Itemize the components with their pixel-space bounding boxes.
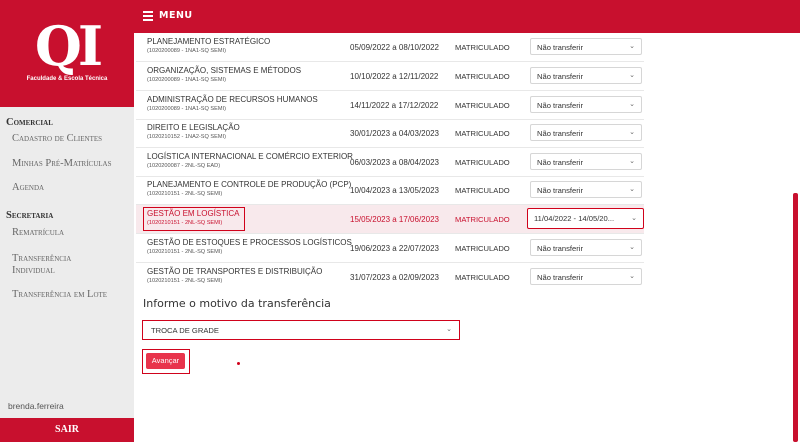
course-status: MATRICULADO xyxy=(455,186,510,195)
table-row: LOGÍSTICA INTERNACIONAL E COMÉRCIO EXTER… xyxy=(136,148,644,177)
course-period: 06/03/2023 a 08/04/2023 xyxy=(350,158,439,167)
chevron-down-icon: ⌄ xyxy=(629,157,635,165)
transfer-select-selected[interactable]: 11/04/2022 - 14/05/20... ⌄ xyxy=(527,208,644,229)
course-name: PLANEJAMENTO ESTRATÉGICO xyxy=(147,37,271,46)
table-row: DIREITO E LEGISLAÇÃO (1020210152 - 1NA2-… xyxy=(136,119,644,148)
course-name: ORGANIZAÇÃO, SISTEMAS E MÉTODOS xyxy=(147,66,302,75)
top-bar: MENU xyxy=(134,0,800,33)
scrollbar-thumb[interactable] xyxy=(793,193,798,442)
course-period: 19/06/2023 a 22/07/2023 xyxy=(350,244,439,253)
cursor-dot xyxy=(237,362,240,365)
course-name: DIREITO E LEGISLAÇÃO xyxy=(147,123,240,132)
menu-label[interactable]: MENU xyxy=(159,10,193,21)
logout-button[interactable]: SAIR xyxy=(0,418,134,442)
logo-text: QI xyxy=(34,14,103,78)
course-name: LOGÍSTICA INTERNACIONAL E COMÉRCIO EXTER… xyxy=(147,152,353,161)
nav-item-rematricula[interactable]: Rematrícula xyxy=(12,227,64,239)
course-status: MATRICULADO xyxy=(455,101,510,110)
course-code: (1020210151 - 2NL-SQ SEMI) xyxy=(147,191,223,197)
nav-item-cadastro-clientes[interactable]: Cadastro de Clientes xyxy=(12,133,102,145)
sidebar: QI Faculdade & Escola Técnica Comercial … xyxy=(0,0,134,442)
chevron-down-icon: ⌄ xyxy=(629,42,635,50)
transfer-select[interactable]: Não transferir ⌄ xyxy=(530,268,642,285)
next-button[interactable]: Avançar xyxy=(146,353,185,369)
username: brenda.ferreira xyxy=(8,401,64,411)
reason-select[interactable]: TROCA DE GRADE ⌄ xyxy=(142,320,460,340)
course-code: (1020200087 - 2NL-SQ EAD) xyxy=(147,163,221,169)
transfer-select[interactable]: Não transferir ⌄ xyxy=(530,124,642,141)
course-status: MATRICULADO xyxy=(455,129,510,138)
course-code: (1020210151 - 2NL-SQ SEMI) xyxy=(147,278,223,284)
transfer-value: Não transferir xyxy=(537,186,584,195)
course-period: 05/09/2022 a 08/10/2022 xyxy=(350,43,439,52)
chevron-down-icon: ⌄ xyxy=(629,185,635,193)
table-row: ORGANIZAÇÃO, SISTEMAS E MÉTODOS (1020200… xyxy=(136,62,644,91)
course-name: ADMINISTRAÇÃO DE RECURSOS HUMANOS xyxy=(147,95,318,104)
course-status: MATRICULADO xyxy=(455,273,510,282)
course-period: 31/07/2023 a 02/09/2023 xyxy=(350,273,439,282)
course-name: GESTÃO EM LOGÍSTICA xyxy=(147,209,240,218)
chevron-down-icon: ⌄ xyxy=(446,325,452,333)
course-status: MATRICULADO xyxy=(455,215,510,224)
chevron-down-icon: ⌄ xyxy=(631,214,637,222)
course-code: (1020210151 - 2NL-SQ SEMI) xyxy=(147,249,223,255)
course-period: 10/10/2022 a 12/11/2022 xyxy=(350,72,439,81)
nav-item-transferencia-individual[interactable]: Transferência Individual xyxy=(12,253,92,277)
table-row: GESTÃO DE ESTOQUES E PROCESSOS LOGÍSTICO… xyxy=(136,234,644,263)
course-period: 15/05/2023 a 17/06/2023 xyxy=(350,215,439,224)
course-code: (1020210151 - 2NL-SQ SEMI) xyxy=(147,220,223,226)
course-status: MATRICULADO xyxy=(455,244,510,253)
reason-value: TROCA DE GRADE xyxy=(151,326,219,335)
course-period: 14/11/2022 a 17/12/2022 xyxy=(350,101,439,110)
course-code: (1020200089 - 1NA1-SQ SEMI) xyxy=(147,106,226,112)
course-name: PLANEJAMENTO E CONTROLE DE PRODUÇÃO (PCP… xyxy=(147,180,352,189)
table-row: PLANEJAMENTO E CONTROLE DE PRODUÇÃO (PCP… xyxy=(136,176,644,205)
transfer-select[interactable]: Não transferir ⌄ xyxy=(530,38,642,55)
course-code: (1020200089 - 1NA1-SQ SEMI) xyxy=(147,77,226,83)
nav-item-agenda[interactable]: Agenda xyxy=(12,182,44,194)
reason-title: Informe o motivo da transferência xyxy=(143,297,331,310)
chevron-down-icon: ⌄ xyxy=(629,100,635,108)
transfer-value: Não transferir xyxy=(537,158,584,167)
course-period: 10/04/2023 a 13/05/2023 xyxy=(350,186,439,195)
nav-item-transferencia-lote[interactable]: Transferência em Lote xyxy=(12,289,107,301)
chevron-down-icon: ⌄ xyxy=(629,71,635,79)
transfer-value: 11/04/2022 - 14/05/20... xyxy=(534,214,615,223)
transfer-select[interactable]: Não transferir ⌄ xyxy=(530,96,642,113)
nav-section-comercial: Comercial xyxy=(6,117,53,128)
transfer-value: Não transferir xyxy=(537,244,584,253)
course-code: (1020210152 - 1NA2-SQ SEMI) xyxy=(147,134,226,140)
transfer-value: Não transferir xyxy=(537,43,584,52)
course-name: GESTÃO DE TRANSPORTES E DISTRIBUIÇÃO xyxy=(147,267,323,276)
course-code: (1020200089 - 1NA1-SQ SEMI) xyxy=(147,48,226,54)
course-status: MATRICULADO xyxy=(455,158,510,167)
table-row: ADMINISTRAÇÃO DE RECURSOS HUMANOS (10202… xyxy=(136,91,644,120)
transfer-select[interactable]: Não transferir ⌄ xyxy=(530,239,642,256)
transfer-select[interactable]: Não transferir ⌄ xyxy=(530,67,642,84)
nav-item-pre-matriculas[interactable]: Minhas Pré-Matrículas xyxy=(12,158,111,170)
table-row: PLANEJAMENTO ESTRATÉGICO (1020200089 - 1… xyxy=(136,33,644,62)
transfer-select[interactable]: Não transferir ⌄ xyxy=(530,181,642,198)
transfer-value: Não transferir xyxy=(537,72,584,81)
course-status: MATRICULADO xyxy=(455,72,510,81)
hamburger-icon[interactable] xyxy=(143,11,153,21)
course-name: GESTÃO DE ESTOQUES E PROCESSOS LOGÍSTICO… xyxy=(147,238,352,247)
table-row: GESTÃO DE TRANSPORTES E DISTRIBUIÇÃO (10… xyxy=(136,263,644,292)
transfer-value: Não transferir xyxy=(537,273,584,282)
table-row-selected: GESTÃO EM LOGÍSTICA (1020210151 - 2NL-SQ… xyxy=(136,205,644,234)
course-status: MATRICULADO xyxy=(455,43,510,52)
chevron-down-icon: ⌄ xyxy=(629,272,635,280)
transfer-select[interactable]: Não transferir ⌄ xyxy=(530,153,642,170)
transfer-value: Não transferir xyxy=(537,129,584,138)
chevron-down-icon: ⌄ xyxy=(629,243,635,251)
course-period: 30/01/2023 a 04/03/2023 xyxy=(350,129,439,138)
logo-tagline: Faculdade & Escola Técnica xyxy=(26,76,108,82)
next-button-highlight: Avançar xyxy=(142,349,190,374)
chevron-down-icon: ⌄ xyxy=(629,128,635,136)
logo[interactable]: QI Faculdade & Escola Técnica xyxy=(0,0,134,107)
transfer-value: Não transferir xyxy=(537,101,584,110)
nav-section-secretaria: Secretaria xyxy=(6,210,54,221)
